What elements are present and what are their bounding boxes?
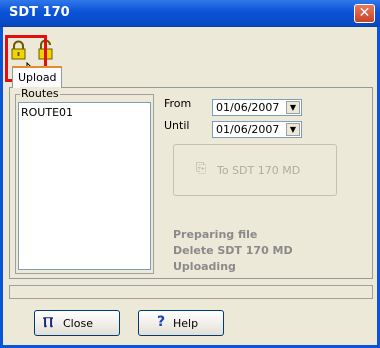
routes-listbox[interactable] xyxy=(18,102,151,270)
until-label: Until xyxy=(164,119,190,132)
close-button-label: Close xyxy=(63,317,93,330)
from-date-dropdown[interactable]: 01/06/2007 ▼ xyxy=(212,99,302,116)
status-delete: Delete SDT 170 MD xyxy=(173,244,293,257)
help-button[interactable]: ? Help xyxy=(138,310,224,336)
until-date-dropdown[interactable]: 01/06/2007 ▼ xyxy=(212,121,302,138)
status-preparing: Preparing file xyxy=(173,228,258,241)
status-bar xyxy=(9,285,373,299)
routes-group-label: Routes xyxy=(20,87,60,100)
tab-upload-label: Upload xyxy=(18,71,57,84)
status-uploading: Uploading xyxy=(173,260,236,273)
send-to-device-label: To SDT 170 MD xyxy=(217,164,301,177)
close-button[interactable]: Ⲡ Close xyxy=(34,310,120,336)
transfer-icon: ⎘ xyxy=(196,161,207,176)
list-item[interactable]: ROUTE01 xyxy=(21,106,73,119)
until-date-value: 01/06/2007 xyxy=(216,123,280,136)
window-title: SDT 170 xyxy=(9,5,70,20)
close-icon: ✕ xyxy=(358,5,371,21)
chevron-down-icon[interactable]: ▼ xyxy=(286,101,300,114)
door-exit-icon: Ⲡ xyxy=(43,315,54,331)
help-icon: ? xyxy=(157,314,166,330)
window-close-button[interactable]: ✕ xyxy=(354,4,375,23)
help-button-label: Help xyxy=(173,317,199,330)
from-label: From xyxy=(164,97,192,110)
chevron-down-icon[interactable]: ▼ xyxy=(286,123,300,136)
from-date-value: 01/06/2007 xyxy=(216,101,280,114)
